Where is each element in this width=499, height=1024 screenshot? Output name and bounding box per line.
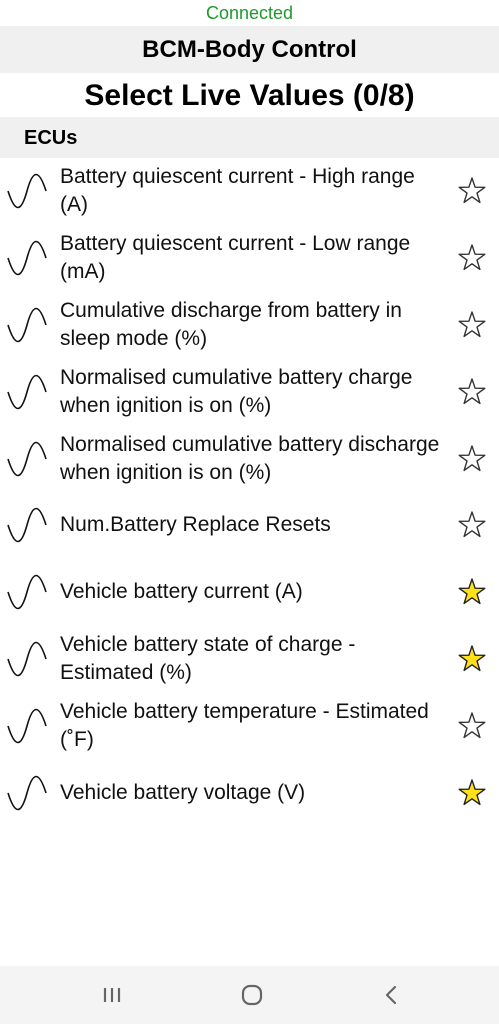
star-icon[interactable] [456,309,488,341]
star-icon[interactable] [456,643,488,675]
sine-wave-icon [7,307,47,343]
ecu-title-bar: BCM-Body Control [0,26,499,73]
sine-wave-icon [7,174,47,209]
star-icon[interactable] [456,376,488,408]
item-label: Vehicle battery voltage (V) [60,780,306,804]
sine-wave-icon [7,374,47,410]
recents-icon[interactable] [97,980,127,1010]
list-item[interactable]: Normalised cumulative battery discharge … [0,425,499,492]
sine-wave-icon [7,775,47,810]
item-label: Num.Battery Replace Resets [60,513,331,537]
page-title: Select Live Values (0/8) [84,79,415,112]
list-item[interactable]: Vehicle battery temperature - Estimated … [0,692,499,759]
sine-wave-icon [7,574,47,610]
item-label: Vehicle battery state of charge - Estima… [60,632,356,684]
system-nav-bar [0,966,499,1024]
list-item[interactable]: Vehicle battery current (A) [0,559,499,626]
back-icon[interactable] [376,980,406,1010]
item-label: Cumulative discharge from battery in sle… [60,298,402,350]
item-label: Vehicle battery temperature - Estimated … [60,699,429,751]
list-item[interactable]: Vehicle battery voltage (V) [0,759,499,826]
item-label: Battery quiescent current - Low range (m… [60,232,411,284]
sine-wave-icon [7,240,47,276]
item-label: Normalised cumulative battery discharge … [60,432,440,484]
sine-wave-icon [7,508,47,543]
item-label: Battery quiescent current - High range (… [60,165,415,217]
list-item[interactable]: Normalised cumulative battery charge whe… [0,358,499,425]
star-icon[interactable] [456,175,488,207]
item-label: Vehicle battery current (A) [60,580,303,604]
star-icon[interactable] [456,710,488,742]
home-icon[interactable] [237,980,267,1010]
section-label: ECUs [24,127,78,149]
star-icon[interactable] [456,576,488,608]
ecu-title: BCM-Body Control [142,36,357,63]
star-icon[interactable] [456,242,488,274]
star-icon[interactable] [456,777,488,809]
connection-status: Connected [205,3,294,23]
list-item[interactable]: Battery quiescent current - High range (… [0,158,499,225]
star-icon[interactable] [456,509,488,541]
list-item[interactable]: Battery quiescent current - Low range (m… [0,225,499,292]
sine-wave-icon [7,641,47,677]
live-values-list: Battery quiescent current - High range (… [0,158,499,826]
item-label: Normalised cumulative battery charge whe… [60,365,413,417]
list-item[interactable]: Cumulative discharge from battery in sle… [0,292,499,359]
list-item[interactable]: Vehicle battery state of charge - Estima… [0,626,499,693]
sine-wave-icon [7,441,47,476]
list-item[interactable]: Num.Battery Replace Resets [0,492,499,559]
section-header: ECUs [0,117,499,158]
star-icon[interactable] [456,443,488,475]
sine-wave-icon [7,708,47,744]
